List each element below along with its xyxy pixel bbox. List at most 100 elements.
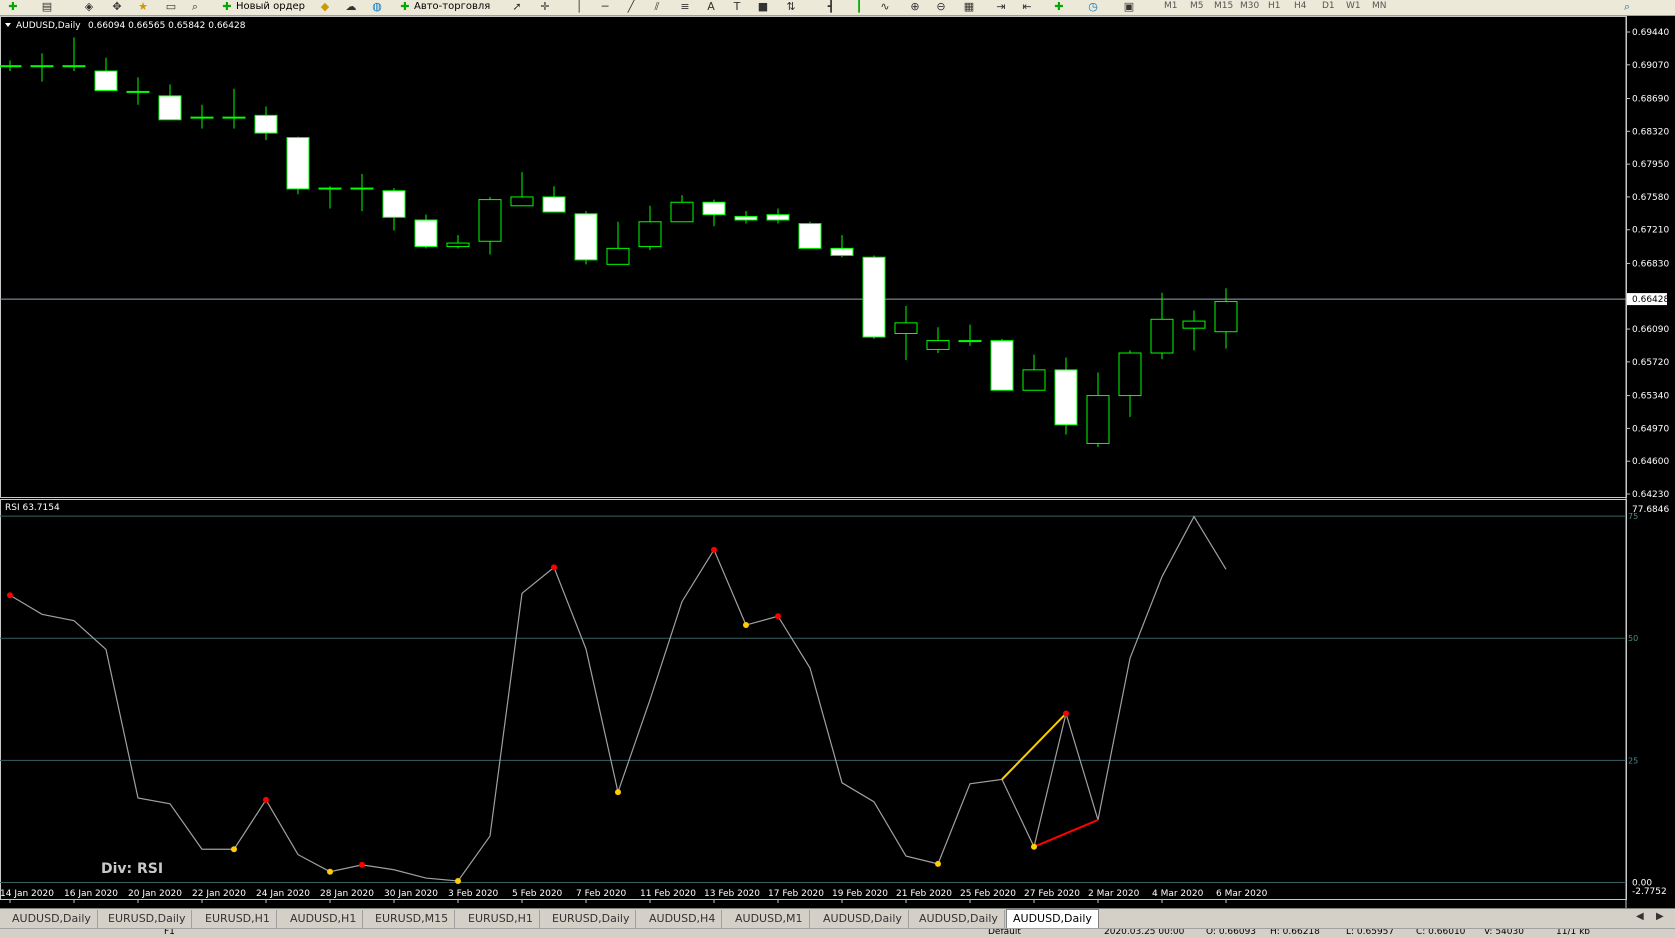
time-tick-label-6: 30 Jan 2020: [384, 889, 438, 899]
vertical-line-icon[interactable]: │: [572, 1, 586, 13]
tester-icon[interactable]: ⌕: [188, 1, 202, 13]
chart-canvas[interactable]: 0.69440 0.69070 0.68690 0.68320 0.67950 0.675…: [0, 16, 1675, 908]
tf-h1-button[interactable]: H1: [1268, 0, 1281, 14]
tf-m5-button[interactable]: M5: [1190, 0, 1204, 14]
text-label-icon[interactable]: T: [730, 1, 744, 13]
globe-icon[interactable]: ◍: [370, 1, 384, 13]
candle-body-27: [862, 256, 886, 338]
status-traffic: 11/1 kb: [1556, 928, 1590, 937]
price-tick-label-1: 0.69070: [1632, 61, 1669, 71]
arrows-icon[interactable]: ⇅: [784, 1, 798, 13]
status-volume: V: 54030: [1484, 928, 1524, 937]
candle-body-30: [958, 340, 982, 343]
ohlc-readout: 0.66094 0.66565 0.65842 0.66428: [88, 21, 246, 31]
chart-tab-11[interactable]: AUDUSD,Daily: [913, 910, 1005, 928]
line-chart-icon[interactable]: ∿: [878, 1, 892, 13]
candle-body-17: [542, 196, 566, 213]
chart-tab-8[interactable]: AUDUSD,H4: [643, 910, 723, 928]
tf-m1-button[interactable]: M1: [1164, 0, 1178, 14]
auto-trading-icon: ✚: [400, 0, 410, 13]
candle-body-16: [510, 196, 534, 207]
status-high: H: 0.66218: [1270, 928, 1320, 937]
zoom-out-icon[interactable]: ⊖: [934, 1, 948, 13]
chart-window[interactable]: 0.69440 0.69070 0.68690 0.68320 0.67950 0.675…: [0, 16, 1675, 908]
tab-scroll-left-icon[interactable]: ◀: [1636, 911, 1644, 922]
rsi-axis: 75502577.68460.00-2.7752: [1628, 505, 1669, 897]
tf-h4-button[interactable]: H4: [1294, 0, 1307, 14]
periods-icon[interactable]: ◷: [1086, 1, 1100, 13]
favorites-icon[interactable]: ★: [136, 1, 150, 13]
fibonacci-icon[interactable]: ≡: [678, 1, 692, 13]
chart-tab-4[interactable]: AUDUSD,H1: [284, 910, 364, 928]
candle-body-3: [94, 70, 118, 92]
new-order-button[interactable]: Новый ордер: [236, 0, 305, 16]
chart-tab-2[interactable]: EURUSD,Daily: [102, 910, 193, 928]
time-axis: 14 Jan 2020 16 Jan 2020 20 Jan 2020 22 Jan …: [0, 889, 1268, 903]
shapes-icon[interactable]: ■: [756, 1, 770, 13]
candle-body-20: [638, 221, 662, 248]
status-open: O: 0.66093: [1206, 928, 1257, 937]
rsi-peak-dot-0: [7, 592, 13, 599]
templates-icon[interactable]: ▣: [1122, 1, 1136, 13]
trendline-icon[interactable]: ╱: [624, 1, 638, 13]
price-tick-label-13: 0.64230: [1632, 490, 1669, 500]
chart-tab-6[interactable]: EURUSD,H1: [462, 910, 540, 928]
cloud-icon[interactable]: ☁: [344, 1, 358, 13]
chart-tab-10[interactable]: AUDUSD,Daily: [817, 910, 909, 928]
time-tick-label-13: 19 Feb 2020: [832, 889, 888, 899]
candle-body-18: [574, 213, 598, 261]
bar-chart-icon[interactable]: ┫: [824, 1, 838, 13]
mt4-terminal-window: ✚ ▤ ◈ ✥ ★ ▭ ⌕ ✚ Новый ордер ◆ ☁ ◍ ✚ Авто…: [0, 0, 1675, 938]
chart-tabs-bar: AUDUSD,Daily EURUSD,Daily EURUSD,H1 AUDU…: [0, 908, 1675, 929]
auto-trading-button[interactable]: Авто-торговля: [414, 0, 490, 16]
cursor-icon[interactable]: ➚: [510, 1, 524, 13]
tab-scroll-right-icon[interactable]: ▶: [1656, 911, 1664, 922]
candle-body-22: [702, 201, 726, 216]
chart-tab-12-active[interactable]: AUDUSD,Daily: [1006, 909, 1099, 929]
equidistant-channel-icon[interactable]: ⫽: [650, 1, 664, 13]
tf-w1-button[interactable]: W1: [1346, 0, 1361, 14]
tf-m30-button[interactable]: M30: [1240, 0, 1259, 14]
candle-body-5: [158, 95, 182, 121]
price-tick-label-9: 0.65720: [1632, 358, 1669, 368]
rsi-level-label-50: 50: [1628, 634, 1638, 643]
candlestick-icon[interactable]: ┃: [852, 1, 866, 13]
zoom-in-icon[interactable]: ⊕: [908, 1, 922, 13]
status-bar: F1 Default 2020.03.25 00:00 O: 0.66093 H…: [0, 928, 1675, 938]
terminal-icon[interactable]: ▭: [164, 1, 178, 13]
metaeditor-icon[interactable]: ◆: [318, 1, 332, 13]
indicators-icon[interactable]: ✚: [1052, 1, 1066, 13]
time-tick-label-15: 25 Feb 2020: [960, 889, 1016, 899]
candle-body-38: [1214, 301, 1238, 333]
status-low: L: 0.65957: [1346, 928, 1395, 937]
horizontal-line-icon[interactable]: ─: [598, 1, 612, 13]
market-watch-icon[interactable]: ◈: [82, 1, 96, 13]
rsi-peak-dot-11: [359, 861, 365, 868]
chart-tab-5[interactable]: EURUSD,M15: [369, 910, 456, 928]
candle-body-35: [1118, 352, 1142, 397]
time-tick-label-16: 27 Feb 2020: [1024, 889, 1080, 899]
crosshair-icon[interactable]: ✛: [538, 1, 552, 13]
rsi-lines: [9, 515, 1227, 882]
navigator-icon[interactable]: ✥: [110, 1, 124, 13]
candle-body-15: [478, 199, 502, 242]
tile-windows-icon[interactable]: ▦: [962, 1, 976, 13]
candle-body-23: [734, 215, 758, 221]
price-tick-label-7: 0.66830: [1632, 259, 1669, 269]
tf-d1-button[interactable]: D1: [1322, 0, 1335, 14]
search-icon[interactable]: ⌕: [1620, 1, 1634, 13]
chart-tab-1[interactable]: AUDUSD,Daily: [6, 910, 98, 928]
chart-tab-9[interactable]: AUDUSD,M1: [729, 910, 810, 928]
rsi-levels: [0, 515, 1626, 883]
chart-menu-triangle-icon[interactable]: [5, 23, 11, 27]
tf-mn-button[interactable]: MN: [1372, 0, 1387, 14]
tf-m15-button[interactable]: M15: [1214, 0, 1233, 14]
chart-tab-3[interactable]: EURUSD,H1: [199, 910, 277, 928]
text-tool-icon[interactable]: A: [704, 1, 718, 13]
time-tick-label-9: 7 Feb 2020: [576, 889, 627, 899]
new-chart-icon[interactable]: ✚: [6, 1, 20, 13]
chart-tab-7[interactable]: EURUSD,Daily: [546, 910, 637, 928]
profiles-icon[interactable]: ▤: [40, 1, 54, 13]
auto-scroll-icon[interactable]: ⇥: [994, 1, 1008, 13]
chart-shift-icon[interactable]: ⇤: [1020, 1, 1034, 13]
